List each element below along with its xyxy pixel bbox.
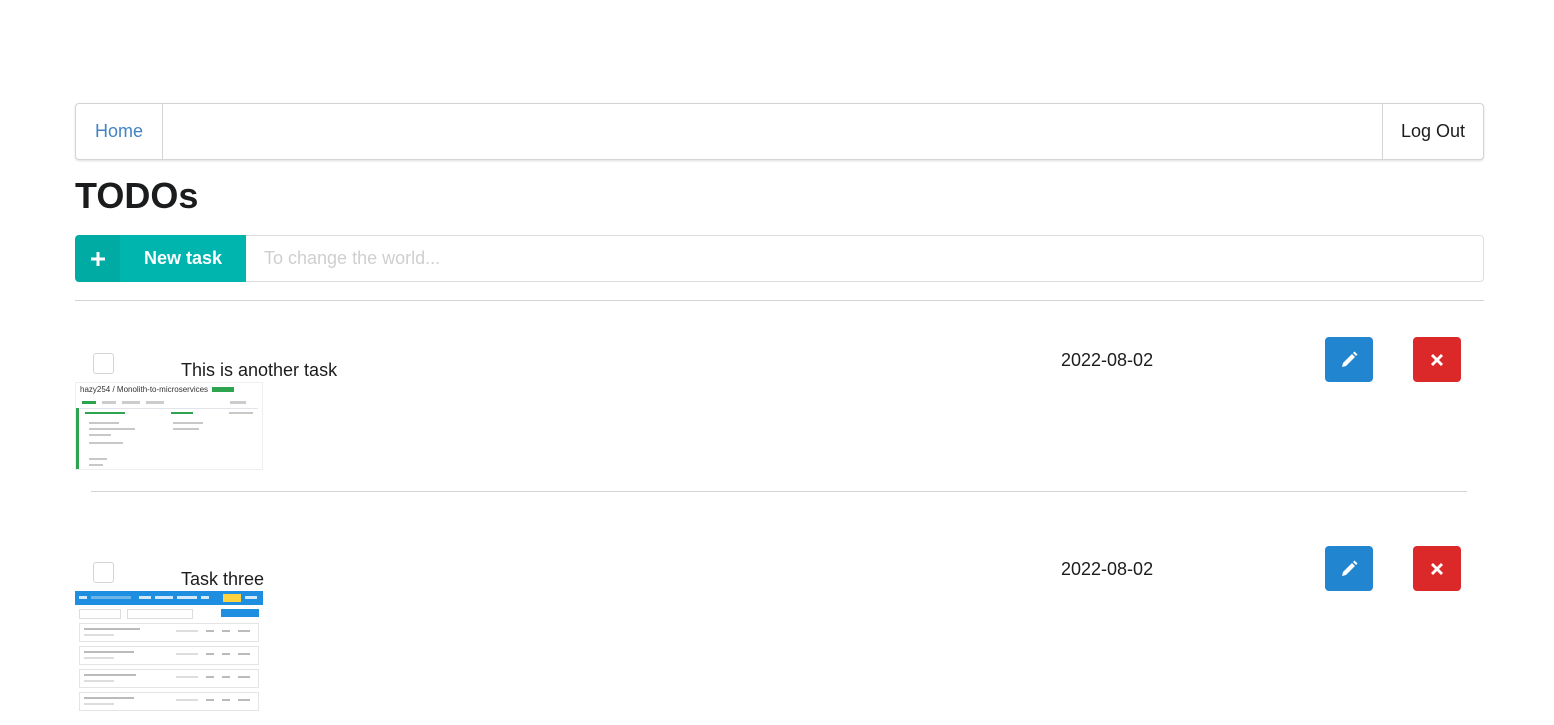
task-title: Task three <box>181 569 265 589</box>
task-image[interactable] <box>75 591 263 711</box>
delete-task-button[interactable] <box>1413 546 1461 591</box>
close-icon <box>1431 353 1443 366</box>
task-image-row <box>79 692 259 711</box>
plus-icon <box>75 235 120 282</box>
task-image-row <box>79 669 259 688</box>
pencil-icon <box>1342 351 1358 367</box>
task-image-caption: hazy254 / Monolith-to-microservices <box>76 383 262 396</box>
task-checkbox[interactable] <box>93 562 114 583</box>
task-item: This is another task 2022-08-02 hazy254 … <box>75 337 1484 507</box>
task-date: 2022-08-02 <box>1061 350 1154 370</box>
build-status-badge <box>212 387 235 392</box>
nav-home-link[interactable]: Home <box>76 104 163 159</box>
task-image-caption-text: hazy254 / Monolith-to-microservices <box>80 385 209 394</box>
new-task-button[interactable]: New task <box>75 235 246 282</box>
task-image-row <box>79 646 259 665</box>
new-task-button-label: New task <box>143 248 223 268</box>
task-image-row <box>79 623 259 642</box>
logout-button[interactable]: Log Out <box>1382 104 1483 159</box>
task-title: This is another task <box>181 360 338 380</box>
page-title: TODOs <box>75 175 199 216</box>
delete-task-button[interactable] <box>1413 337 1461 382</box>
task-checkbox[interactable] <box>93 353 114 374</box>
task-image-toolbar <box>79 609 259 619</box>
task-date: 2022-08-02 <box>1061 559 1154 579</box>
edit-task-button[interactable] <box>1325 337 1373 382</box>
new-task-input[interactable] <box>246 235 1484 282</box>
header-divider <box>75 300 1484 301</box>
task-image-header <box>75 591 263 605</box>
new-task-form: New task <box>75 235 1484 282</box>
edit-task-button[interactable] <box>1325 546 1373 591</box>
app-container: Home Log Out TODOs New task This is anot… <box>75 103 1484 711</box>
task-image-body <box>76 408 262 469</box>
top-navbar: Home Log Out <box>75 103 1484 160</box>
task-item: Task three 2022-08-02 <box>75 546 1484 716</box>
pencil-icon <box>1342 560 1358 576</box>
close-icon <box>1431 562 1443 575</box>
task-image[interactable]: hazy254 / Monolith-to-microservices <box>75 382 263 470</box>
task-divider <box>91 491 1467 492</box>
